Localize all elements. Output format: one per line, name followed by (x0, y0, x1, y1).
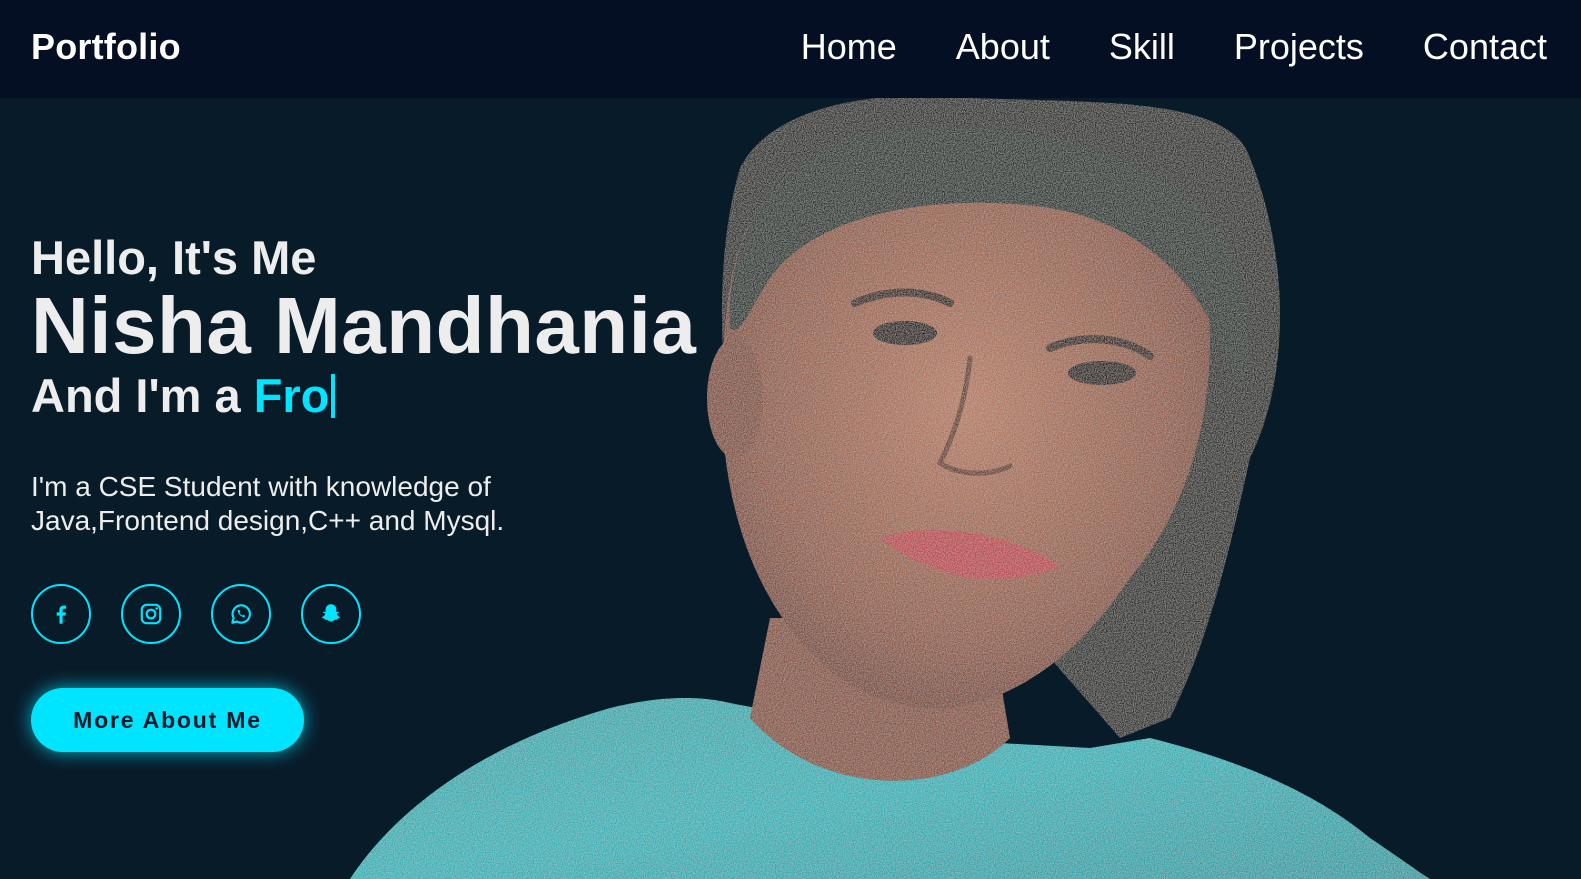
portfolio-page: Portfolio Home About Skill Projects Cont… (0, 0, 1581, 879)
role-prefix: And I'm a (31, 369, 254, 422)
snapchat-link[interactable] (301, 584, 361, 644)
role-typed-text: Fro (253, 369, 330, 422)
nav-skill[interactable]: Skill (1109, 26, 1175, 68)
instagram-icon (140, 603, 162, 625)
nav-about[interactable]: About (956, 26, 1050, 68)
typing-cursor (331, 374, 336, 418)
hero-description: I'm a CSE Student with knowledge of Java… (31, 471, 505, 536)
hero-intro: Hello, It's Me Nisha Mandhania And I'm a… (31, 228, 696, 428)
nav-projects[interactable]: Projects (1234, 26, 1364, 68)
facebook-icon (56, 605, 67, 624)
instagram-link[interactable] (121, 584, 181, 644)
site-header: Portfolio Home About Skill Projects Cont… (0, 0, 1581, 98)
whatsapp-link[interactable] (211, 584, 271, 644)
snapchat-icon (321, 604, 341, 622)
role-line: And I'm a Fro (31, 364, 696, 428)
greeting: Hello, It's Me (31, 231, 317, 284)
social-links (31, 584, 391, 644)
hero-name: Nisha Mandhania (31, 281, 697, 370)
whatsapp-icon (231, 604, 251, 624)
nav-contact[interactable]: Contact (1423, 26, 1547, 68)
more-about-me-button[interactable]: More About Me (31, 688, 304, 752)
nav-home[interactable]: Home (801, 26, 897, 68)
facebook-link[interactable] (31, 584, 91, 644)
logo[interactable]: Portfolio (31, 26, 181, 68)
main-nav: Home About Skill Projects Contact (742, 26, 1547, 68)
